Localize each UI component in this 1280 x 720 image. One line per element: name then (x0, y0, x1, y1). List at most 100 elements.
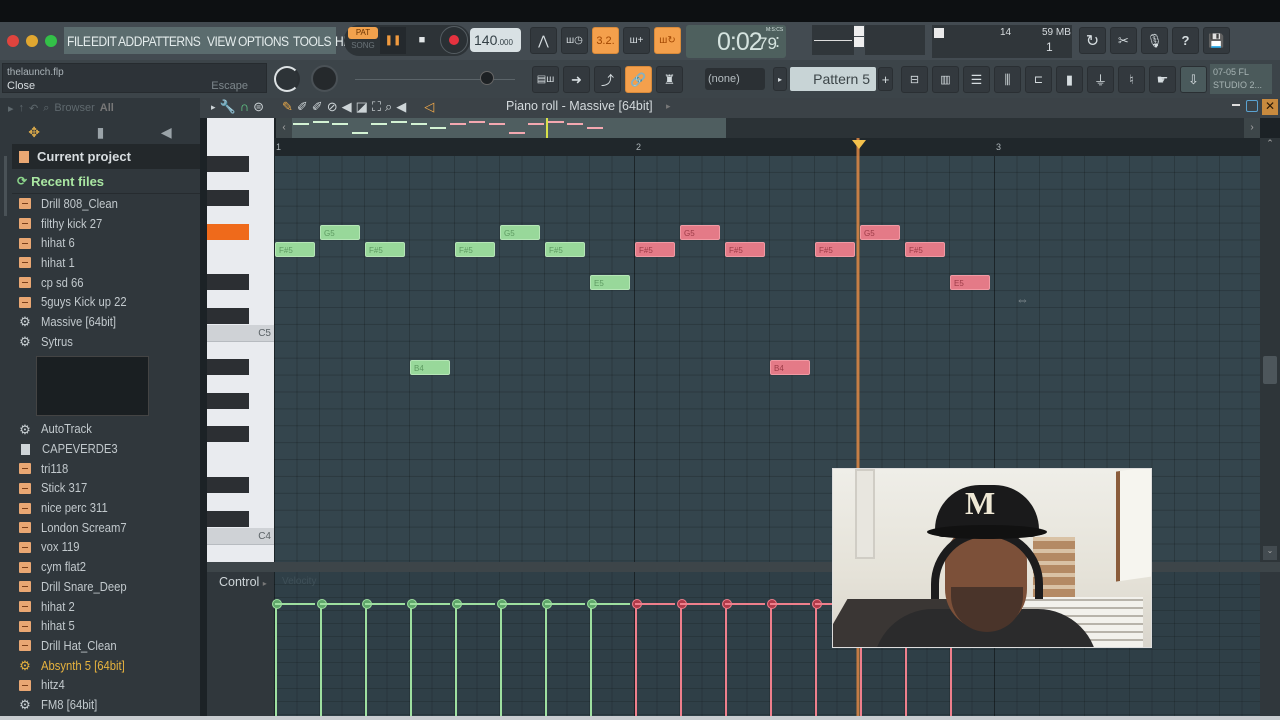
menu-tools[interactable]: TOOLS (293, 33, 332, 49)
delete-brush-icon[interactable]: ✐ (312, 99, 323, 115)
metronome-button[interactable]: ⋀ (530, 27, 557, 54)
stamp-button[interactable]: ♜ (656, 66, 683, 93)
pat-song-toggle[interactable]: PAT SONG (348, 27, 378, 53)
help-button[interactable]: ? (1172, 27, 1199, 54)
browser-button[interactable]: ⊏ (1025, 66, 1052, 93)
playhead-marker-icon[interactable] (852, 140, 866, 149)
browser-filter[interactable]: All (100, 102, 114, 114)
arrow-right-small-icon[interactable]: ▸ (211, 99, 216, 115)
browser-item[interactable]: cym flat2 (12, 557, 200, 577)
master-pitch-knob[interactable] (311, 65, 338, 92)
scroll-up-icon[interactable]: ⌃ (1260, 138, 1280, 154)
zoom-icon[interactable]: ⌕ (385, 99, 392, 115)
mute-tool-icon[interactable]: ⊘ (327, 99, 338, 115)
piano-roll-button[interactable]: ▥ (932, 66, 959, 93)
browser-item[interactable]: hihat 5 (12, 616, 200, 636)
menu-add[interactable]: ADD (118, 33, 142, 49)
velocity-stem[interactable] (272, 599, 282, 716)
audio-input-button[interactable]: 🎙 (1141, 27, 1168, 54)
menu-patterns[interactable]: PATTERNS (142, 33, 201, 49)
folder-current-project[interactable]: Current project (12, 144, 200, 169)
channel-rack-button[interactable]: ☰ (963, 66, 990, 93)
browser-item[interactable]: hitz4 (12, 675, 200, 695)
browser-item[interactable]: ⚙ Massive [64bit] (12, 312, 200, 332)
browser-item[interactable]: cp sd 66 (12, 273, 200, 293)
speaker-icon[interactable]: ◀ (161, 124, 172, 141)
song-mode[interactable]: SONG (348, 39, 378, 51)
news-panel[interactable]: 07-05 FL STUDIO 2... (1210, 64, 1272, 94)
browser-item[interactable]: Stick 317 (12, 479, 200, 499)
pattern-selector[interactable]: Pattern 5 (790, 67, 876, 91)
velocity-stem[interactable] (587, 599, 597, 716)
note[interactable]: F#5 (815, 242, 855, 257)
tempo-display[interactable]: 140.000 (470, 28, 521, 52)
browser-item[interactable]: 5guys Kick up 22 (12, 292, 200, 312)
black-key[interactable] (207, 274, 249, 291)
note[interactable]: G5 (680, 225, 720, 240)
note[interactable]: G5 (320, 225, 360, 240)
velocity-stem[interactable] (317, 599, 327, 716)
speaker-mute-icon[interactable]: ◀ (342, 99, 352, 115)
black-key[interactable] (207, 392, 249, 409)
arrow-right-small-icon[interactable]: ▸ (8, 102, 14, 115)
playback-icon[interactable]: ◀ (396, 99, 406, 115)
master-volume-knob[interactable] (274, 66, 300, 92)
wrench-icon[interactable]: 🔧 (220, 99, 236, 115)
back-icon[interactable]: ↶ (29, 102, 38, 115)
browser-item[interactable]: Drill 808_Clean (12, 194, 200, 214)
note[interactable]: F#5 (365, 242, 405, 257)
pattern-prev-button[interactable]: ▸ (773, 67, 787, 91)
song-position-handle[interactable] (480, 71, 494, 85)
mixer-button[interactable]: ⫼ (994, 66, 1021, 93)
menu-options[interactable]: OPTIONS (238, 33, 289, 49)
velocity-stem[interactable] (767, 599, 777, 716)
piano-roll-view-button[interactable]: ▤ш (532, 66, 559, 93)
window-maximize-button[interactable] (45, 35, 57, 47)
pause-button[interactable]: ❚❚ (380, 27, 406, 54)
browser-item[interactable]: Drill Hat_Clean (12, 636, 200, 656)
browser-item[interactable]: tri118 (12, 459, 200, 479)
master-volume-slider[interactable] (854, 26, 864, 48)
search-icon[interactable]: ⌕ (43, 102, 49, 115)
black-key[interactable] (207, 156, 249, 172)
pattern-overview[interactable]: ‹ › (276, 118, 1260, 138)
collapse-icon[interactable]: ✥ (28, 124, 40, 141)
playlist-button[interactable]: ⊟ (901, 66, 928, 93)
menu-circle-icon[interactable]: ⊜ (253, 99, 264, 115)
velocity-stem[interactable] (362, 599, 372, 716)
countdown-button[interactable]: 3.2. (592, 27, 619, 54)
note[interactable]: F#5 (905, 242, 945, 257)
document-icon[interactable]: ▮ (97, 124, 105, 141)
overview-scroll-right[interactable]: › (1244, 118, 1260, 138)
browser-item[interactable]: CAPEVERDE3 (12, 439, 200, 459)
browser-item[interactable]: vox 119 (12, 538, 200, 558)
time-display[interactable]: 0:02 : 79 M:S:CS (686, 25, 786, 58)
overview-scroll-left[interactable]: ‹ (276, 118, 292, 138)
vertical-scrollbar[interactable]: ⌃ ⌄ (1260, 138, 1280, 562)
master-pitch-display[interactable] (812, 25, 854, 55)
browser-item[interactable]: ⚙ FM8 [64bit] (12, 695, 200, 715)
scroll-thumb[interactable] (1263, 356, 1277, 384)
piano-keyboard[interactable]: C5 C4 (207, 118, 274, 562)
note[interactable]: B4 (770, 360, 810, 375)
note[interactable]: G5 (500, 225, 540, 240)
save-button[interactable]: 💾 (1203, 27, 1230, 54)
title-arrow-icon[interactable]: ▸ (666, 101, 671, 112)
note[interactable]: F#5 (455, 242, 495, 257)
velocity-stem[interactable] (407, 599, 417, 716)
black-key[interactable] (207, 426, 249, 443)
note[interactable]: F#5 (635, 242, 675, 257)
paint-brush-icon[interactable]: ✐ (297, 99, 308, 115)
velocity-stem[interactable] (812, 599, 822, 716)
velocity-stem[interactable] (677, 599, 687, 716)
restore-window-button[interactable] (1246, 100, 1258, 112)
velocity-stem[interactable] (542, 599, 552, 716)
browser-item[interactable]: ⚙ Absynth 5 [64bit] (12, 656, 200, 676)
browser-item[interactable]: nice perc 311 (12, 498, 200, 518)
browser-item[interactable]: hihat 2 (12, 597, 200, 617)
window-minimize-button[interactable] (26, 35, 38, 47)
cut-tool-button[interactable]: ✂ (1110, 27, 1137, 54)
black-key[interactable] (207, 510, 249, 527)
browser-item[interactable]: London Scream7 (12, 518, 200, 538)
menu-view[interactable]: VIEW (207, 33, 236, 49)
